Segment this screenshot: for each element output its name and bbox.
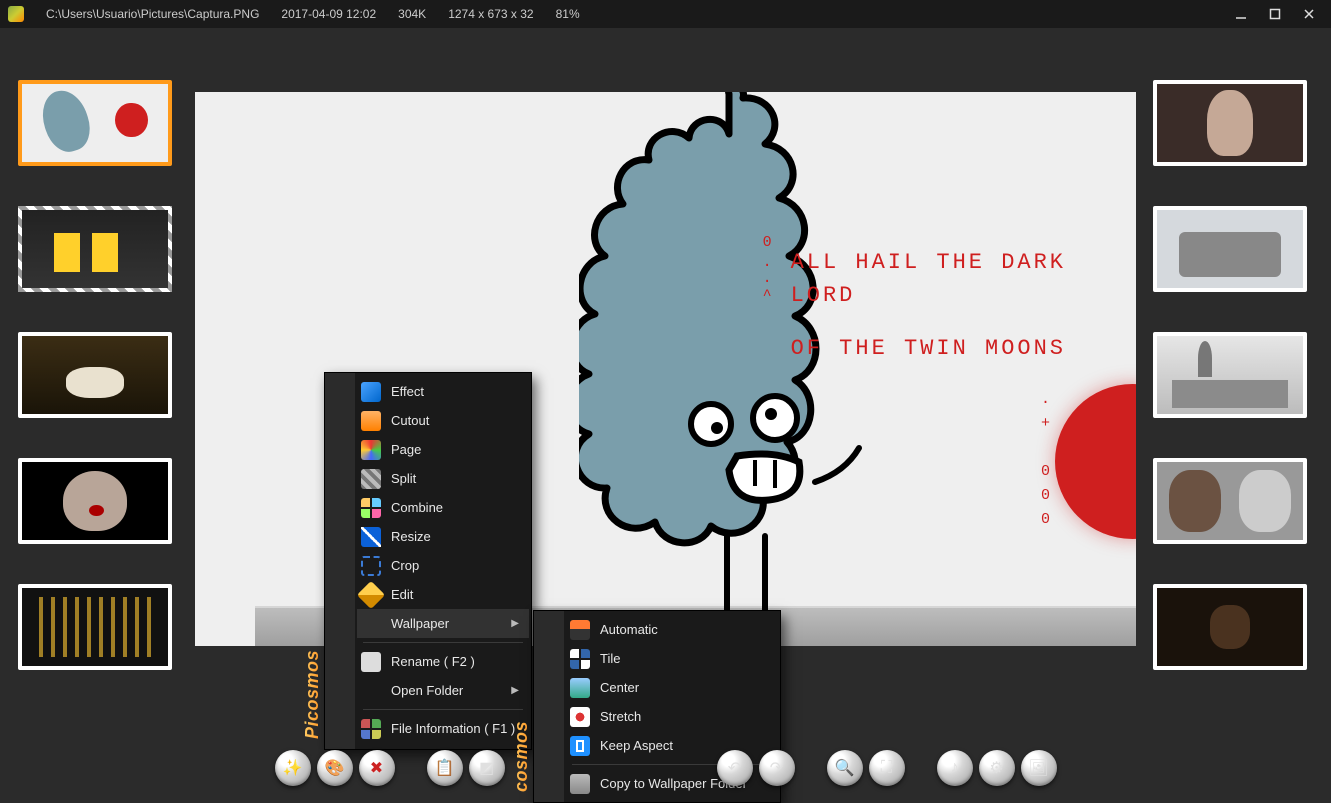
context-menu[interactable]: Picosmos EffectCutoutPageSplitCombineRes… — [324, 372, 532, 750]
menu-item-split[interactable]: Split — [357, 464, 529, 493]
minimize-button[interactable] — [1231, 4, 1251, 24]
menu-item-crop[interactable]: Crop — [357, 551, 529, 580]
thumbnail-current[interactable] — [18, 80, 172, 166]
zoom-level: 81% — [556, 7, 580, 21]
thumbnail-strip-left — [18, 80, 178, 670]
caption-line: LORD — [791, 279, 1066, 312]
menu-item-label: Combine — [391, 500, 519, 515]
tool-copy-button[interactable]: 📋 — [427, 750, 463, 786]
page-icon — [361, 440, 381, 460]
caption-line: OF THE TWIN MOONS — [791, 332, 1066, 365]
menu-item-cutout[interactable]: Cutout — [357, 406, 529, 435]
submenu-arrow-icon: ▶ — [511, 618, 519, 629]
thumbnail[interactable] — [1153, 206, 1307, 292]
tool-rotate-left-button[interactable]: ↶ — [717, 750, 753, 786]
menu-item-label: Resize — [391, 529, 519, 544]
menu-item-page[interactable]: Page — [357, 435, 529, 464]
menu-item-automatic[interactable]: Automatic — [566, 615, 778, 644]
thumbnail[interactable] — [18, 332, 172, 418]
menu-item-label: Cutout — [391, 413, 519, 428]
close-button[interactable] — [1299, 4, 1319, 24]
menu-item-label: Stretch — [600, 709, 768, 724]
menu-item-edit[interactable]: Edit — [357, 580, 529, 609]
menu-item-file-information-f1[interactable]: File Information ( F1 ) — [357, 714, 529, 743]
maximize-button[interactable] — [1265, 4, 1285, 24]
thumbnail-strip-right — [1153, 80, 1313, 670]
submenu-arrow-icon: ▶ — [511, 685, 519, 696]
menu-item-tile[interactable]: Tile — [566, 644, 778, 673]
auto-icon — [570, 620, 590, 640]
menu-item-label: Crop — [391, 558, 519, 573]
blank-icon — [361, 681, 381, 701]
combine-icon — [361, 498, 381, 518]
center-icon — [570, 678, 590, 698]
bottom-toolbar: ✨ 🎨 ✖ 📋 ◩ ↶ ↷ 🔍 ⛶ ♪ ⚙ 🖼 — [275, 750, 1057, 786]
app-icon — [8, 6, 24, 22]
image-caption: 0 ..^ ALL HAIL THE DARK LORD OF THE TWIN… — [763, 232, 1066, 365]
menu-item-label: File Information ( F1 ) — [391, 721, 519, 736]
menu-item-label: Edit — [391, 587, 519, 602]
menu-item-label: Effect — [391, 384, 519, 399]
titlebar: C:\Users\Usuario\Pictures\Captura.PNG 20… — [0, 0, 1331, 28]
thumbnail[interactable] — [1153, 458, 1307, 544]
menu-item-stretch[interactable]: Stretch — [566, 702, 778, 731]
tool-music-button[interactable]: ♪ — [937, 750, 973, 786]
stretch-icon — [570, 707, 590, 727]
menu-item-label: Page — [391, 442, 519, 457]
tool-crop-button[interactable]: ◩ — [469, 750, 505, 786]
thumbnail[interactable] — [1153, 80, 1307, 166]
edit-icon — [357, 580, 385, 608]
menu-item-resize[interactable]: Resize — [357, 522, 529, 551]
menu-item-label: Center — [600, 680, 768, 695]
tool-delete-button[interactable]: ✖ — [359, 750, 395, 786]
file-datetime: 2017-04-09 12:02 — [281, 7, 376, 21]
resize-icon — [361, 527, 381, 547]
blank-icon — [361, 614, 381, 634]
menu-item-effect[interactable]: Effect — [357, 377, 529, 406]
caption-line: ALL HAIL THE DARK — [791, 246, 1066, 279]
tile-icon — [570, 649, 590, 669]
caption-marker: .+ — [1041, 388, 1050, 436]
split-icon — [361, 469, 381, 489]
tool-effects-button[interactable]: ✨ — [275, 750, 311, 786]
effect-icon — [361, 382, 381, 402]
thumbnail[interactable] — [1153, 332, 1307, 418]
rename-icon — [361, 652, 381, 672]
menu-item-label: Split — [391, 471, 519, 486]
tool-rotate-right-button[interactable]: ↷ — [759, 750, 795, 786]
menu-item-label: Tile — [600, 651, 768, 666]
multi-icon — [361, 719, 381, 739]
menu-item-label: Automatic — [600, 622, 768, 637]
thumbnail[interactable] — [1153, 584, 1307, 670]
tool-zoom-fit-button[interactable]: ⛶ — [869, 750, 905, 786]
thumbnail[interactable] — [18, 584, 172, 670]
menu-item-open-folder[interactable]: Open Folder ▶ — [357, 676, 529, 705]
tool-wallpaper-button[interactable]: 🖼 — [1021, 750, 1057, 786]
cutout-icon — [361, 411, 381, 431]
tool-zoom-in-button[interactable]: 🔍 — [827, 750, 863, 786]
menu-item-label: Open Folder — [391, 683, 501, 698]
file-size: 304K — [398, 7, 426, 21]
thumbnail[interactable] — [18, 206, 172, 292]
menu-item-center[interactable]: Center — [566, 673, 778, 702]
menu-item-combine[interactable]: Combine — [357, 493, 529, 522]
file-path: C:\Users\Usuario\Pictures\Captura.PNG — [46, 7, 259, 21]
brand-label: Picosmos — [302, 650, 323, 745]
menu-item-rename-f2[interactable]: Rename ( F2 ) — [357, 647, 529, 676]
tool-settings-button[interactable]: ⚙ — [979, 750, 1015, 786]
thumbnail[interactable] — [18, 458, 172, 544]
tool-color-button[interactable]: 🎨 — [317, 750, 353, 786]
crop-icon — [361, 556, 381, 576]
cartoon-character — [579, 92, 879, 644]
red-circle — [1055, 384, 1136, 539]
menu-item-label: Wallpaper — [391, 616, 501, 631]
menu-item-wallpaper[interactable]: Wallpaper ▶ — [357, 609, 529, 638]
image-dimensions: 1274 x 673 x 32 — [448, 7, 533, 21]
caption-marker: 000 — [1041, 460, 1050, 532]
menu-item-label: Rename ( F2 ) — [391, 654, 519, 669]
